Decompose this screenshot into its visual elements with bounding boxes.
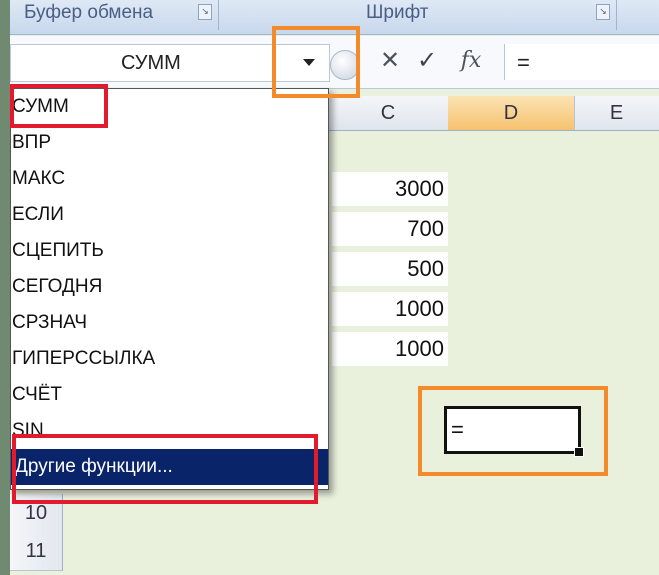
- formula-input-value: =: [517, 50, 530, 75]
- active-cell[interactable]: =: [444, 406, 584, 457]
- name-box-dropdown-icon[interactable]: [303, 59, 315, 66]
- column-header-d[interactable]: D: [448, 96, 575, 130]
- function-item-sin[interactable]: SIN: [11, 413, 328, 449]
- more-functions-item[interactable]: Другие функции...: [11, 449, 328, 485]
- function-item-today[interactable]: СЕГОДНЯ: [11, 269, 328, 305]
- cell-c-value[interactable]: 700: [332, 212, 448, 246]
- name-box[interactable]: СУММ: [10, 44, 330, 82]
- clipboard-launcher-icon[interactable]: ↘: [198, 4, 212, 20]
- row-header-10[interactable]: 10: [10, 494, 63, 533]
- cell-c-value[interactable]: 1000: [332, 332, 448, 366]
- column-header-e[interactable]: E: [574, 96, 659, 130]
- enter-icon[interactable]: ✓: [412, 46, 442, 76]
- cancel-icon[interactable]: ✕: [376, 46, 404, 76]
- function-item-sum[interactable]: СУММ: [11, 89, 328, 125]
- insert-function-icon[interactable]: fx: [454, 46, 488, 76]
- function-item-hyperlink[interactable]: ГИПЕРССЫЛКА: [11, 341, 328, 377]
- formula-bar-splitter[interactable]: [330, 50, 360, 80]
- function-item-average[interactable]: СРЗНАЧ: [11, 305, 328, 341]
- ribbon: Буфер обмена ↘ Шрифт ↘: [10, 0, 659, 35]
- cell-c-value[interactable]: 500: [332, 252, 448, 286]
- name-box-value: СУММ: [121, 52, 181, 74]
- ribbon-separator: [616, 0, 617, 30]
- function-item-count[interactable]: СЧЁТ: [11, 377, 328, 413]
- cell-c-value[interactable]: 3000: [332, 172, 448, 206]
- fill-handle[interactable]: [574, 447, 584, 457]
- font-launcher-icon[interactable]: ↘: [596, 4, 610, 20]
- function-item-vlookup[interactable]: ВПР: [11, 125, 328, 161]
- column-header-c[interactable]: C: [328, 96, 449, 130]
- row-header-11[interactable]: 11: [10, 532, 63, 571]
- ribbon-separator: [218, 0, 219, 30]
- spreadsheet-window: Буфер обмена ↘ Шрифт ↘ СУММ ✕ ✓ fx = C D…: [10, 0, 659, 575]
- function-item-max[interactable]: МАКС: [11, 161, 328, 197]
- cell-c-value[interactable]: 1000: [332, 292, 448, 326]
- formula-input[interactable]: =: [504, 44, 659, 80]
- formula-bar: СУММ ✕ ✓ fx =: [10, 36, 659, 89]
- function-item-if[interactable]: ЕСЛИ: [11, 197, 328, 233]
- ribbon-group-clipboard: Буфер обмена: [24, 2, 154, 23]
- active-cell-value: =: [451, 417, 464, 442]
- function-item-concatenate[interactable]: СЦЕПИТЬ: [11, 233, 328, 269]
- ribbon-group-font: Шрифт: [366, 2, 429, 23]
- function-dropdown-list: СУММ ВПР МАКС ЕСЛИ СЦЕПИТЬ СЕГОДНЯ СРЗНА…: [10, 88, 329, 490]
